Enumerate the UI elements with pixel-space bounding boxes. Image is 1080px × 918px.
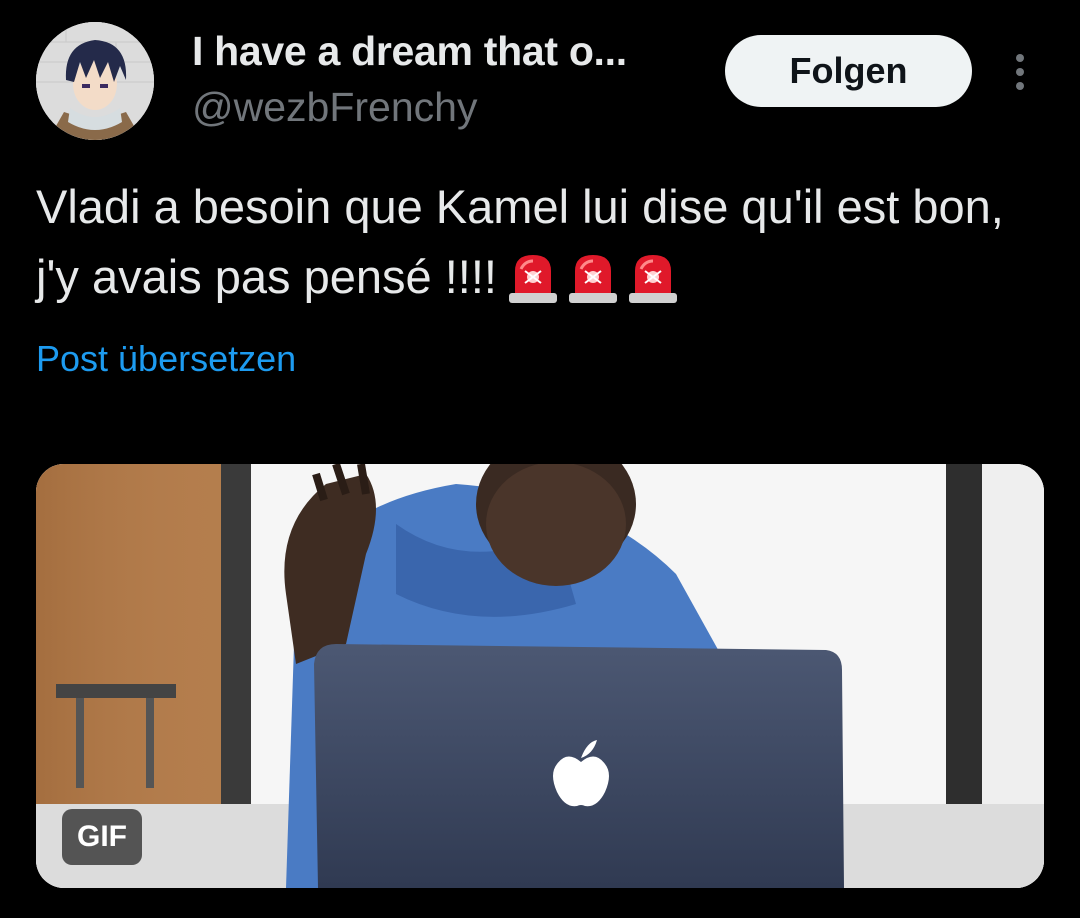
more-options-button[interactable] [1004,48,1036,96]
rotating-light-emoji-icon [628,254,677,303]
emoji-group [505,249,681,305]
gif-badge: GIF [62,809,142,865]
author-avatar[interactable] [36,22,154,140]
author-handle[interactable]: @wezbFrenchy [192,84,477,131]
gif-media[interactable] [36,464,1044,888]
follow-button[interactable]: Folgen [725,35,972,107]
author-display-name[interactable]: I have a dream that o... [192,28,627,75]
rotating-light-emoji-icon [508,254,557,303]
tweet-text-container: Vladi a besoin que Kamel lui dise qu'il … [36,172,1036,312]
gif-frame-image [36,464,1044,888]
rotating-light-emoji-icon [568,254,617,303]
translate-post-link[interactable]: Post übersetzen [36,338,296,380]
anime-avatar-image [36,22,154,140]
vertical-ellipsis-icon [1016,54,1024,90]
